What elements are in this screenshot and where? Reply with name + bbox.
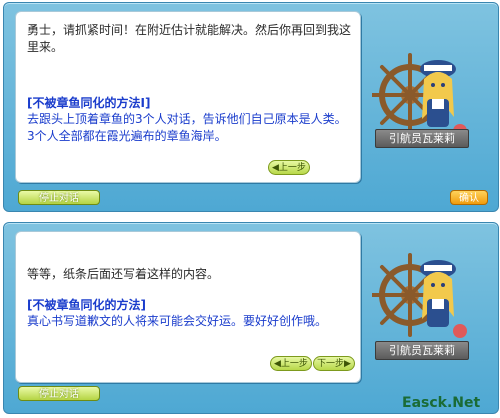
end-chat-button[interactable]: 停止对话 <box>18 190 100 205</box>
dialog-body-text: 勇士，请抓紧时间！在附近估计就能解决。然后你再回到我这里来。 <box>27 23 352 54</box>
npc-name-plate: 引航员瓦莱莉 <box>375 341 469 360</box>
dialog-body-text: 等等，纸条后面还写着这样的内容。 <box>27 267 220 281</box>
quest-description: 真心书写道歉文的人将来可能会交好运。要好好创作哦。 <box>27 314 328 328</box>
dialog-text-panel: 勇士，请抓紧时间！在附近估计就能解决。然后你再回到我这里来。 [不被章鱼同化的方… <box>15 11 361 183</box>
quest-description: 去跟头上顶着章鱼的3个人对话，告诉他们自己原本是人类。3个人全部都在霞光遍布的章… <box>27 112 347 143</box>
quest-title: [不被章鱼同化的方法] <box>27 298 146 312</box>
dialog-text-panel: 等等，纸条后面还写着这样的内容。 [不被章鱼同化的方法] 真心书写道歉文的人将来… <box>15 231 361 383</box>
ok-button[interactable]: 确认 <box>450 190 488 205</box>
quest-title: [不被章鱼同化的方法I] <box>27 96 151 110</box>
prev-button[interactable]: ◀上一步 <box>268 160 310 175</box>
end-chat-button[interactable]: 停止对话 <box>18 386 100 401</box>
prev-button[interactable]: ◀上一步 <box>270 356 312 371</box>
npc-name-plate: 引航员瓦莱莉 <box>375 129 469 148</box>
npc-dialog-2: 等等，纸条后面还写着这样的内容。 [不被章鱼同化的方法] 真心书写道歉文的人将来… <box>3 222 499 414</box>
watermark: Easck.Net <box>402 395 481 411</box>
npc-dialog-1: 勇士，请抓紧时间！在附近估计就能解决。然后你再回到我这里来。 [不被章鱼同化的方… <box>3 2 499 212</box>
next-button[interactable]: 下一步▶ <box>313 356 355 371</box>
npc-portrait <box>372 253 467 338</box>
